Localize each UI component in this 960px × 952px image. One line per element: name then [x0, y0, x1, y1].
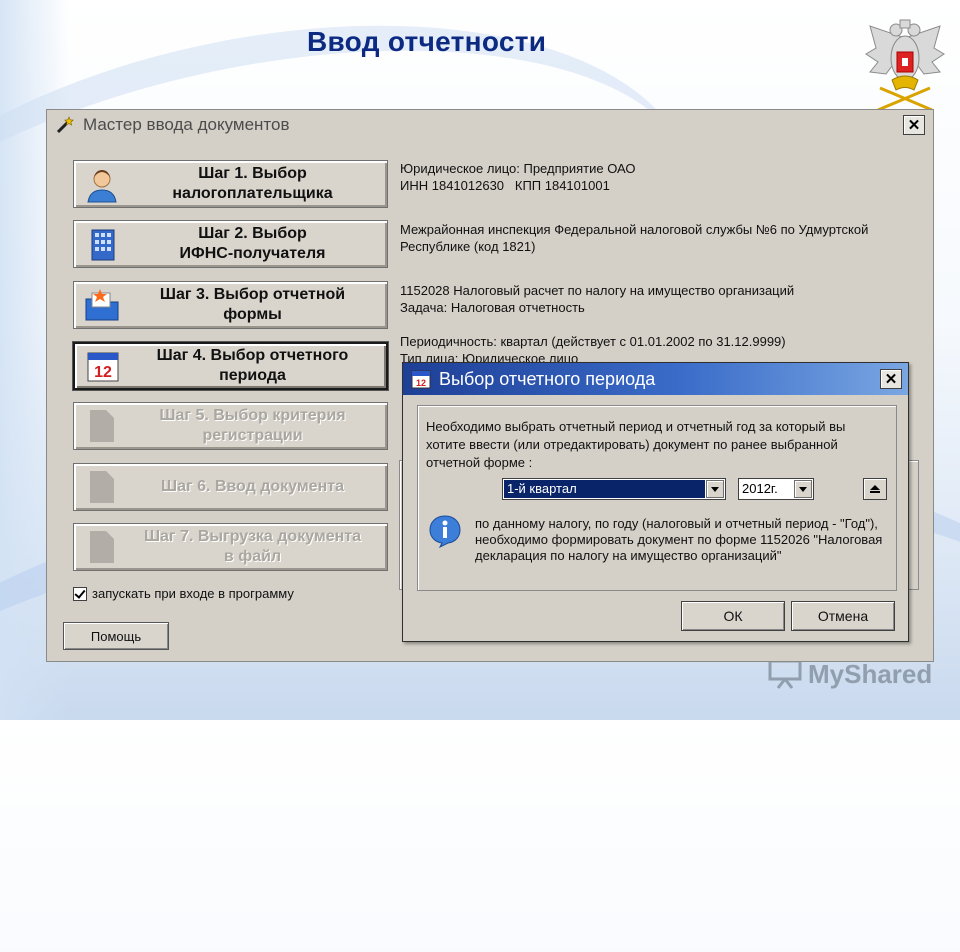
step-7-button[interactable]: Шаг 7. Выгрузка документа в файл: [73, 523, 388, 571]
inspection-info: Межрайонная инспекция Федеральной налого…: [400, 222, 869, 254]
step-3-label: Шаг 3. Выбор отчетной формы: [159, 286, 346, 323]
step-5-label: Шаг 5. Выбор критерия регистрации: [159, 407, 346, 444]
step-1-label: Шаг 1. Выбор налогоплательщика: [172, 165, 333, 202]
step-6-label: Шаг 6. Ввод документа: [161, 478, 344, 495]
quarter-select[interactable]: 1-й квартал: [502, 478, 726, 500]
year-dropdown-button[interactable]: [794, 480, 812, 498]
cancel-button[interactable]: Отмена: [791, 601, 895, 631]
person-icon: [87, 170, 117, 203]
calendar-icon: 12: [87, 352, 119, 382]
building-icon: [91, 229, 115, 261]
autostart-checkbox[interactable]: [73, 586, 87, 601]
dialog-note: по данному налогу, по году (налоговый и …: [475, 516, 883, 563]
year-select[interactable]: 2012г.: [738, 478, 814, 500]
calendar-icon: 12: [411, 370, 431, 389]
dialog-close-button[interactable]: ✕: [880, 369, 902, 389]
taxpayer-info: Юридическое лицо: Предприятие ОАО ИНН 18…: [400, 161, 636, 193]
document-icon: [90, 471, 114, 503]
coat-of-arms-icon: [865, 19, 945, 112]
info-icon: [429, 515, 461, 548]
autostart-row[interactable]: запускать при входе в программу: [73, 586, 294, 601]
ok-button[interactable]: ОК: [681, 601, 785, 631]
quarter-select-value: 1-й квартал: [504, 480, 705, 498]
step-4-button[interactable]: 12 Шаг 4. Выбор отчетного периода: [73, 342, 388, 390]
wizard-titlebar: Мастер ввода документов ✕: [47, 110, 933, 140]
step-2-label: Шаг 2. Выбор ИФНС-получателя: [179, 225, 326, 262]
step-6-button[interactable]: Шаг 6. Ввод документа: [73, 463, 388, 511]
presentation-icon: [768, 659, 802, 689]
arrow-bar-icon: [870, 491, 880, 493]
watermark-text: MyShared: [808, 658, 933, 689]
form-info: 1152028 Налоговый расчет по налогу на им…: [400, 283, 795, 315]
svg-text:12: 12: [94, 364, 112, 381]
dialog-prompt: Необходимо выбрать отчетный период и отч…: [426, 419, 846, 470]
collapse-button[interactable]: [863, 478, 887, 500]
autostart-label: запускать при входе в программу: [92, 586, 294, 601]
arrow-up-icon: [870, 485, 880, 490]
year-select-value: 2012г.: [742, 481, 778, 496]
magic-wand-icon: [56, 116, 74, 134]
document-icon: [90, 410, 114, 442]
close-button[interactable]: ✕: [903, 115, 925, 135]
step-3-button[interactable]: Шаг 3. Выбор отчетной формы: [73, 281, 388, 329]
chevron-down-icon: [799, 486, 807, 492]
folder-form-icon: [85, 289, 119, 321]
step-7-label: Шаг 7. Выгрузка документа в файл: [143, 528, 362, 565]
period-dialog: 12 Выбор отчетного периода ✕ Необходимо …: [402, 362, 909, 642]
step-2-button[interactable]: Шаг 2. Выбор ИФНС-получателя: [73, 220, 388, 268]
step-1-button[interactable]: Шаг 1. Выбор налогоплательщика: [73, 160, 388, 208]
step-5-button[interactable]: Шаг 5. Выбор критерия регистрации: [73, 402, 388, 450]
page-title: Ввод отчетности: [307, 26, 547, 57]
calendar-number: 12: [416, 378, 426, 388]
dialog-titlebar: 12 Выбор отчетного периода ✕: [403, 363, 908, 395]
quarter-dropdown-button[interactable]: [706, 480, 724, 498]
dialog-title: Выбор отчетного периода: [439, 368, 656, 389]
dialog-group: Необходимо выбрать отчетный период и отч…: [417, 405, 897, 591]
help-button[interactable]: Помощь: [63, 622, 169, 650]
wizard-title: Мастер ввода документов: [83, 115, 290, 134]
step-4-label: Шаг 4. Выбор отчетного периода: [156, 347, 349, 384]
document-icon: [90, 531, 114, 563]
chevron-down-icon: [711, 486, 719, 492]
